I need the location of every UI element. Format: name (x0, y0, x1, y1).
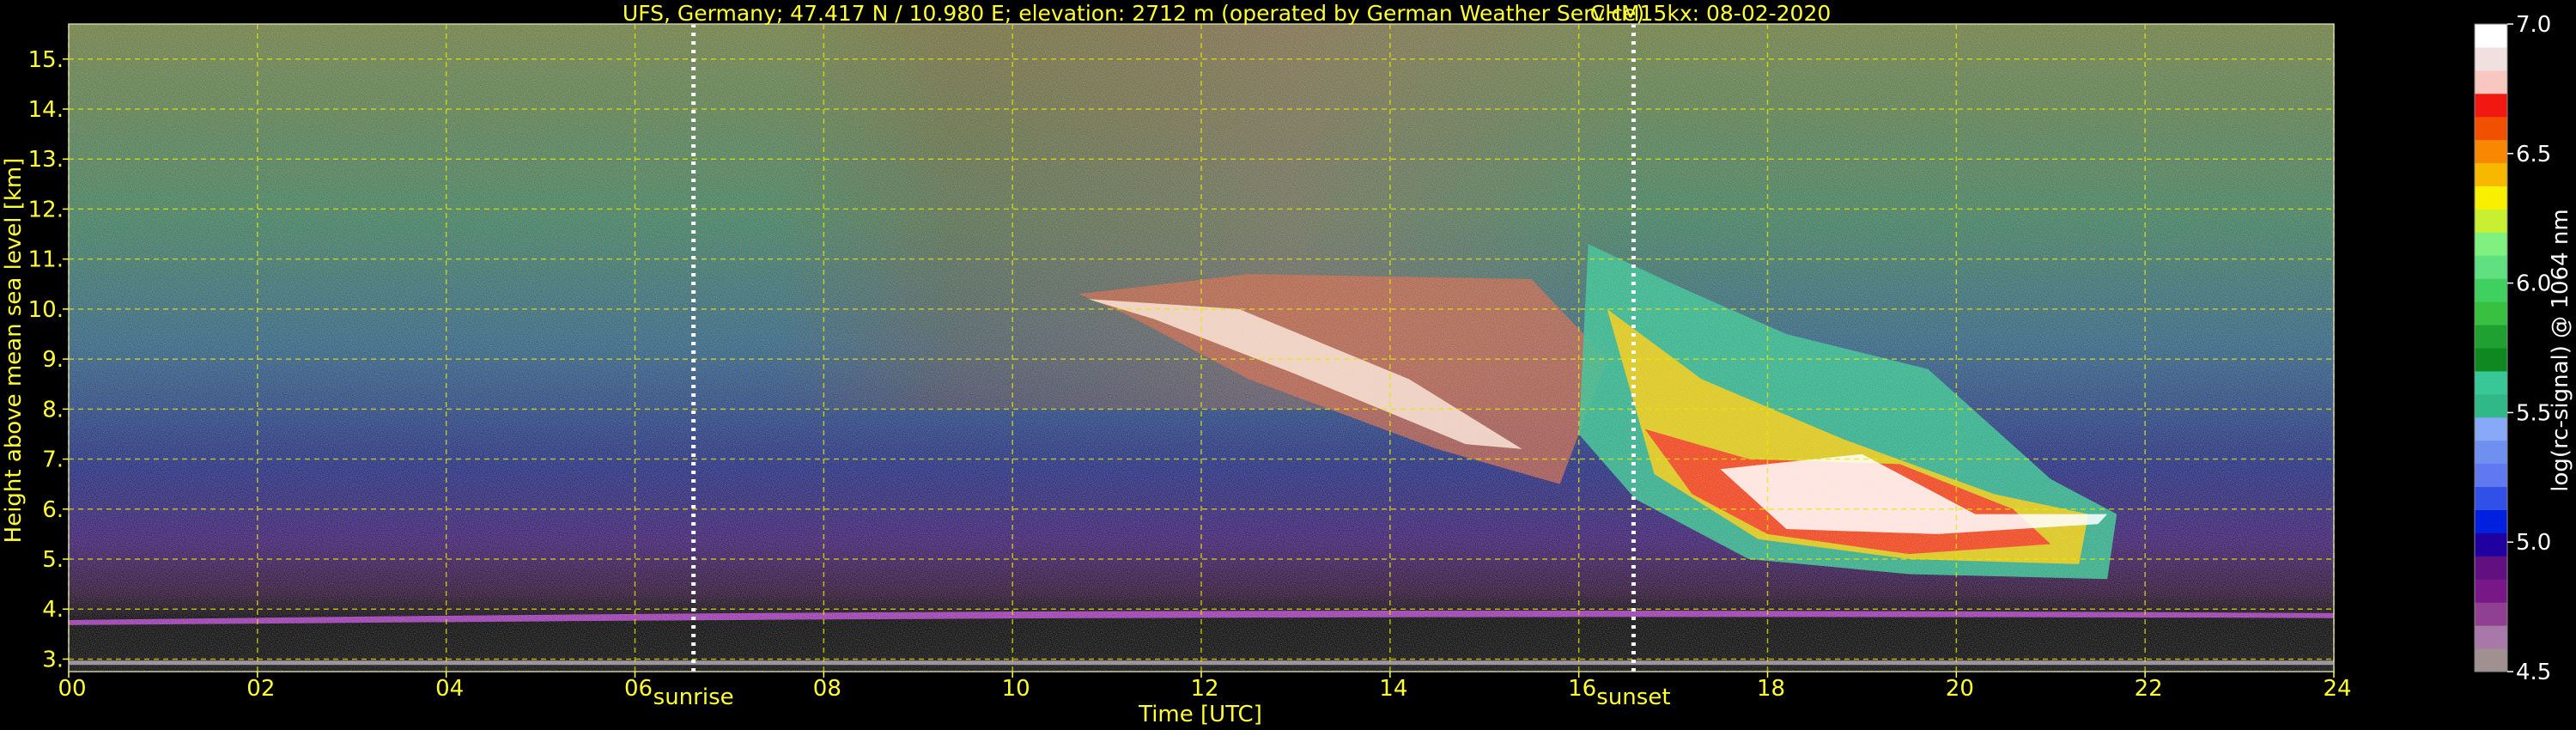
colorbar-segment (2475, 440, 2507, 465)
colorbar-segment (2475, 46, 2507, 71)
colorbar-segment (2475, 417, 2507, 441)
colorbar-segment (2475, 93, 2507, 118)
y-tick-label: 4. (42, 597, 64, 623)
x-tick-label: 24 (2323, 676, 2351, 702)
colorbar-segment (2475, 278, 2507, 302)
colorbar-segment (2475, 186, 2507, 210)
y-tick-label: 10. (28, 297, 64, 323)
colorbar-segment (2475, 625, 2507, 649)
colorbar-segment (2475, 602, 2507, 626)
y-tick-label: 6. (42, 497, 64, 523)
colorbar-tick-label: 7.0 (2516, 12, 2551, 38)
y-tick-label: 14. (28, 97, 64, 123)
x-tick-label: 00 (58, 676, 86, 702)
colorbar-segment (2475, 486, 2507, 510)
y-axis-label: Height above mean sea level [km] (1, 158, 27, 544)
x-tick-label: 02 (246, 676, 275, 702)
colorbar-segment (2475, 393, 2507, 418)
colorbar-tick-label: 5.5 (2516, 400, 2551, 426)
x-tick-label: 08 (813, 676, 841, 702)
ceilometer-chart: sunrise sunset 00 02 04 06 08 10 12 14 16 18 20 22 24… (1, 1, 2573, 727)
colorbar-segment (2475, 556, 2507, 580)
colorbar-segment (2475, 532, 2507, 557)
colorbar-segment (2475, 348, 2507, 372)
x-tick-label: 04 (435, 676, 464, 702)
chart-title: UFS, Germany; 47.417 N / 10.980 E; eleva… (623, 1, 1644, 26)
x-tick-label: 22 (2135, 676, 2163, 702)
colorbar-tick-label: 6.0 (2516, 271, 2551, 297)
y-tick-label: 12. (28, 197, 64, 222)
y-tick-label: 13. (28, 147, 64, 173)
colorbar: 4.5 5.0 5.5 6.0 6.5 7.0 (2474, 12, 2551, 685)
colorbar-segment (2475, 370, 2507, 395)
x-tick-label: 12 (1190, 676, 1218, 702)
y-tick-label: 11. (28, 247, 64, 273)
y-tick-label: 3. (42, 647, 64, 672)
colorbar-segment (2475, 579, 2507, 603)
y-tick-label: 5. (42, 547, 64, 573)
colorbar-tick-label: 6.5 (2516, 142, 2551, 167)
x-tick-label: 14 (1379, 676, 1407, 702)
x-tick-label: 18 (1757, 676, 1785, 702)
colorbar-segment (2475, 209, 2507, 233)
x-tick-label: 06 (624, 676, 653, 702)
x-axis-label: Time [UTC] (1138, 702, 1262, 727)
colorbar-segment (2475, 116, 2507, 141)
chart-subtitle: CHM15kx: 08-02-2020 (1590, 1, 1832, 26)
colorbar-tick-label: 5.0 (2516, 530, 2551, 556)
colorbar-segment (2475, 162, 2507, 186)
colorbar-segment (2475, 301, 2507, 325)
colorbar-segment (2475, 232, 2507, 256)
x-tick-label: 16 (1568, 676, 1596, 702)
y-tick-label: 15. (28, 47, 64, 73)
y-tick-label: 7. (42, 447, 64, 473)
colorbar-segment (2475, 24, 2507, 48)
colorbar-segment (2475, 70, 2507, 94)
colorbar-tick-label: 4.5 (2516, 660, 2551, 685)
marker-label-sunset: sunset (1596, 684, 1670, 710)
colorbar-segment (2475, 325, 2507, 349)
colorbar-segment (2475, 139, 2507, 164)
marker-label-sunrise: sunrise (653, 684, 734, 710)
colorbar-segment (2475, 648, 2507, 672)
x-tick-label: 10 (1002, 676, 1030, 702)
y-tick-label: 9. (42, 347, 64, 373)
colorbar-segment (2475, 509, 2507, 533)
y-tick-label: 8. (42, 397, 64, 423)
colorbar-segment (2475, 463, 2507, 488)
x-tick-label: 20 (1946, 676, 1974, 702)
colorbar-label: log(rc-signal) @ 1064 nm (2548, 209, 2573, 491)
colorbar-segment (2475, 255, 2507, 279)
